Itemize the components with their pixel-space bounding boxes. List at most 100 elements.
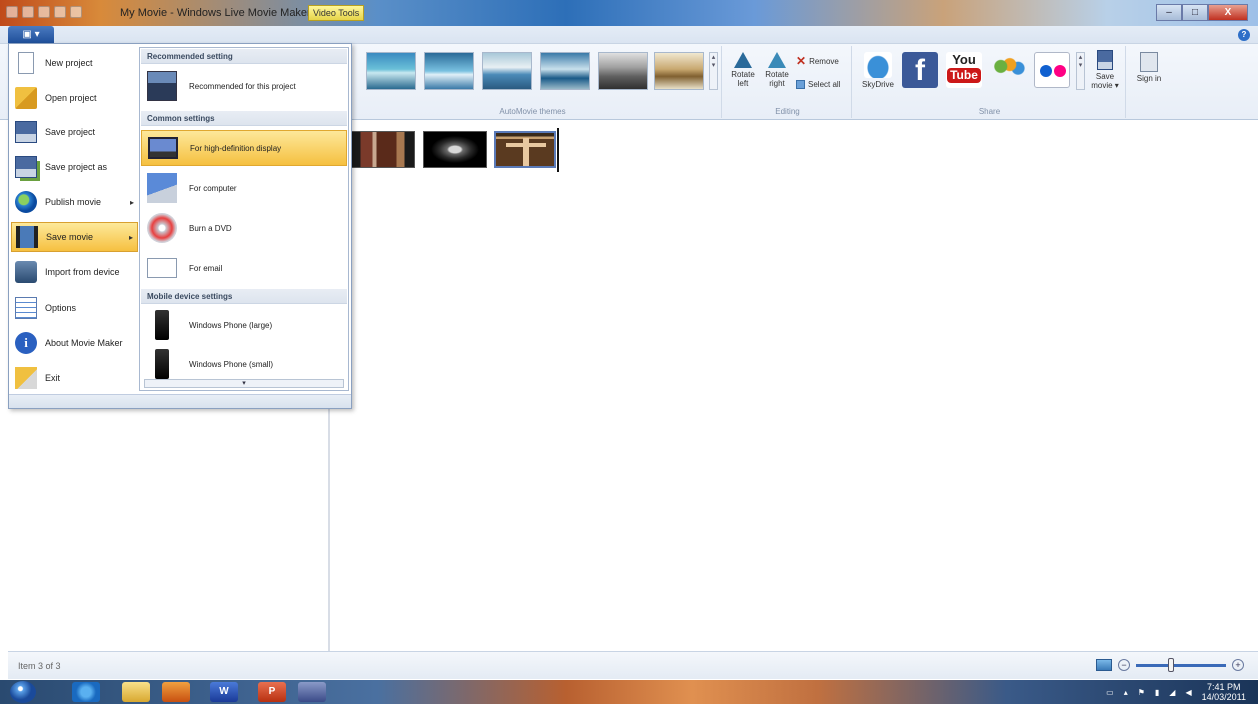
sign-in-button[interactable]: Sign in	[1134, 52, 1164, 83]
thumbnail-size-icon[interactable]	[1096, 659, 1112, 671]
menu-item-save-project[interactable]: Save project	[11, 117, 138, 147]
submenu-item-computer[interactable]: For computer	[141, 170, 347, 206]
title-bar: My Movie - Windows Live Movie Maker Vide…	[0, 0, 1258, 26]
customize-toolbar-icon[interactable]	[70, 6, 82, 18]
menu-item-publish-movie[interactable]: Publish movie ▸	[11, 187, 138, 217]
rotate-right-button[interactable]: Rotate right	[762, 52, 792, 88]
powerpoint-icon[interactable]: P	[258, 682, 286, 702]
menu-item-new-project[interactable]: New project	[11, 48, 138, 78]
facebook-icon[interactable]: f	[902, 52, 938, 88]
submenu-item-label: For email	[189, 263, 223, 273]
minimize-button[interactable]: –	[1156, 4, 1182, 21]
rotate-right-label: Rotate right	[765, 70, 789, 88]
menu-item-exit[interactable]: Exit	[11, 363, 138, 393]
file-explorer-icon[interactable]	[122, 682, 150, 702]
playhead[interactable]	[557, 128, 559, 172]
save-movie-submenu: Recommended setting Recommended for this…	[139, 47, 349, 391]
youtube-you-text: You	[952, 52, 976, 67]
submenu-item-windows-phone-small[interactable]: Windows Phone (small)	[141, 346, 347, 382]
theme-thumbnail[interactable]	[424, 52, 474, 90]
submenu-scroll-down[interactable]: ▾	[144, 379, 344, 388]
menu-item-save-movie[interactable]: Save movie ▸	[11, 222, 138, 252]
submenu-item-windows-phone-large[interactable]: Windows Phone (large)	[141, 307, 347, 343]
theme-thumbnail[interactable]	[366, 52, 416, 90]
skydrive-button[interactable]: SkyDrive	[858, 52, 898, 89]
menu-item-options[interactable]: Options	[11, 293, 138, 323]
youtube-icon[interactable]: You Tube	[946, 52, 982, 88]
rotate-left-button[interactable]: Rotate left	[730, 52, 756, 88]
internet-explorer-icon[interactable]	[72, 682, 100, 702]
redo-icon[interactable]	[54, 6, 66, 18]
start-button-icon[interactable]	[10, 681, 36, 703]
save-movie-button[interactable]: Save movie ▾	[1090, 50, 1120, 90]
clock[interactable]: 7:41 PM 14/03/2011	[1202, 682, 1246, 702]
movie-maker-icon[interactable]	[298, 682, 326, 702]
zoom-slider-thumb[interactable]	[1168, 657, 1174, 672]
status-bar: Item 3 of 3 − +	[8, 651, 1258, 679]
window-title: My Movie - Windows Live Movie Maker	[120, 7, 311, 19]
submenu-item-recommended[interactable]: Recommended for this project	[141, 68, 347, 104]
theme-thumbnail[interactable]	[654, 52, 704, 90]
storyboard-clip[interactable]	[351, 131, 415, 168]
select-all-button[interactable]: Select all	[796, 80, 840, 89]
windows-live-groups-icon[interactable]	[990, 52, 1026, 88]
save-as-icon	[15, 156, 37, 178]
quick-access-toolbar	[6, 6, 82, 18]
system-tray: ▭ ▴ ⚑ ▮ ◢ ◀ 7:41 PM 14/03/2011	[1106, 682, 1246, 702]
action-center-icon[interactable]: ⚑	[1138, 688, 1145, 697]
globe-icon	[15, 191, 37, 213]
menu-item-open-project[interactable]: Open project	[11, 83, 138, 113]
keyboard-icon[interactable]: ▭	[1106, 688, 1114, 697]
media-player-icon[interactable]	[162, 682, 190, 702]
select-all-label: Select all	[808, 80, 841, 89]
menu-item-label: Save movie	[46, 232, 94, 242]
close-button[interactable]: X	[1208, 4, 1248, 21]
zoom-out-button[interactable]: −	[1118, 659, 1130, 671]
maximize-button[interactable]: □	[1182, 4, 1208, 21]
flickr-icon[interactable]	[1034, 52, 1070, 88]
submenu-item-burn-dvd[interactable]: Burn a DVD	[141, 210, 347, 246]
storyboard-clip-selected[interactable]	[494, 131, 556, 168]
theme-thumbnail[interactable]	[482, 52, 532, 90]
submenu-item-email[interactable]: For email	[141, 250, 347, 286]
group-label: Share	[978, 107, 1001, 116]
menu-item-label: Publish movie	[45, 197, 102, 207]
app-menu-commands: New project Open project Save project Sa…	[9, 44, 139, 394]
themes-gallery-scroll[interactable]: ▴ ▾	[709, 52, 718, 90]
clock-date: 14/03/2011	[1201, 692, 1246, 702]
save-quick-icon[interactable]	[22, 6, 34, 18]
word-icon[interactable]: W	[210, 682, 238, 702]
menu-item-label: Exit	[45, 373, 61, 383]
share-gallery-scroll[interactable]: ▴ ▾	[1076, 52, 1085, 90]
network-icon[interactable]: ▮	[1155, 688, 1159, 697]
show-hidden-icons[interactable]: ▴	[1124, 688, 1128, 697]
volume-icon[interactable]: ◀	[1185, 688, 1191, 697]
submenu-item-hd-display[interactable]: For high-definition display	[141, 130, 347, 166]
zoom-slider[interactable]	[1136, 657, 1226, 672]
zoom-in-button[interactable]: +	[1232, 659, 1244, 671]
signal-icon[interactable]: ◢	[1169, 688, 1175, 697]
taskbar: W P ▭ ▴ ⚑ ▮ ◢ ◀ 7:41 PM 14/03/2011	[0, 680, 1258, 704]
share-group: SkyDrive f You Tube ▴ ▾ Save movie ▾ Shar…	[854, 46, 1126, 118]
menu-item-label: Save project as	[45, 162, 108, 172]
menu-item-label: Import from device	[45, 267, 120, 277]
app-menu-button[interactable]: ▣ ▾	[8, 26, 54, 43]
group-label: AutoMovie themes	[499, 107, 566, 116]
save-movie-label: Save movie ▾	[1091, 72, 1119, 90]
clock-time: 7:41 PM	[1207, 682, 1241, 692]
submenu-item-label: Windows Phone (large)	[189, 320, 273, 330]
help-icon[interactable]: ?	[1238, 29, 1250, 41]
phone-icon	[155, 349, 169, 379]
youtube-tube-text: Tube	[947, 68, 981, 83]
undo-icon[interactable]	[38, 6, 50, 18]
save-icon	[15, 121, 37, 143]
menu-item-save-project-as[interactable]: Save project as	[11, 152, 138, 182]
menu-item-import-from-device[interactable]: Import from device	[11, 257, 138, 287]
app-icon[interactable]	[6, 6, 18, 18]
menu-item-about[interactable]: i About Movie Maker	[11, 328, 138, 358]
theme-thumbnail[interactable]	[540, 52, 590, 90]
theme-thumbnail[interactable]	[598, 52, 648, 90]
context-tab-video-tools[interactable]: Video Tools	[308, 5, 365, 21]
remove-button[interactable]: ✕ Remove	[796, 54, 839, 68]
storyboard-clip[interactable]	[423, 131, 487, 168]
